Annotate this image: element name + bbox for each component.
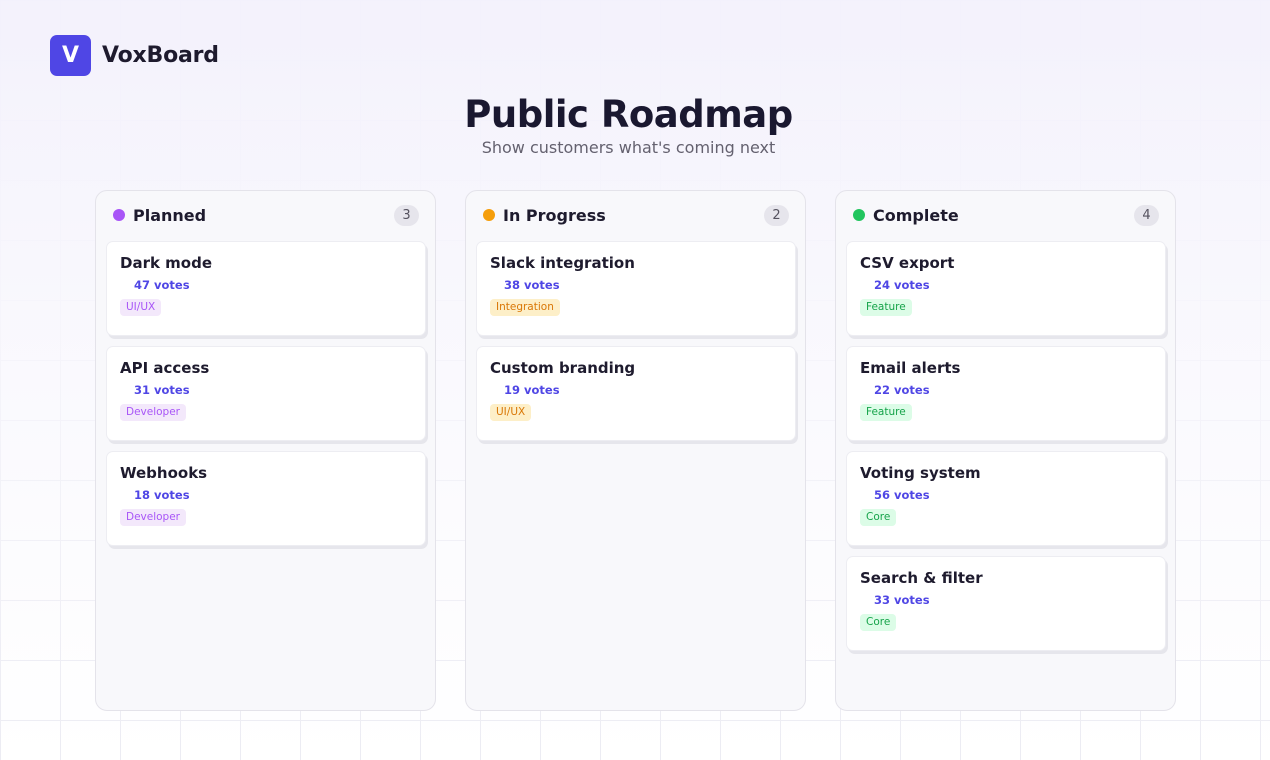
vote-count[interactable]: 19 votes: [490, 383, 782, 398]
page-header: Public Roadmap Show customers what's com…: [0, 92, 1257, 158]
status-dot: [483, 209, 495, 221]
roadmap-card[interactable]: Voting system 56 votes Core: [846, 451, 1166, 546]
column-count-badge: 4: [1134, 204, 1159, 226]
card-title: Dark mode: [120, 254, 213, 272]
column-title: In Progress: [503, 205, 606, 225]
vote-count-label: 33 votes: [874, 593, 930, 607]
vote-count-label: 47 votes: [134, 278, 190, 292]
roadmap-card[interactable]: API access 31 votes Developer: [106, 346, 426, 441]
column-count-badge: 2: [764, 204, 789, 226]
card-title: API access: [120, 359, 210, 377]
category-tag: UI/UX: [120, 299, 162, 316]
vote-count-label: 56 votes: [874, 488, 930, 502]
vote-count[interactable]: 18 votes: [120, 488, 412, 503]
column-count-badge: 3: [394, 204, 419, 226]
column-header: In Progress 2: [466, 191, 805, 239]
column-planned: Planned 3 Dark mode 47 votes UI/UX API acce…: [95, 190, 436, 711]
card-title: Voting system: [860, 464, 981, 482]
column-title: Planned: [133, 205, 207, 225]
status-dot: [853, 209, 865, 221]
status-dot: [113, 209, 125, 221]
vote-count-label: 24 votes: [874, 278, 930, 292]
vote-count-label: 22 votes: [874, 383, 930, 397]
category-tag: Feature: [860, 404, 912, 421]
column-in-progress: In Progress 2 Slack integration 38 votes I…: [465, 190, 806, 711]
card-title: CSV export: [860, 254, 955, 272]
card-list: Dark mode 47 votes UI/UX API access 31 votes…: [96, 239, 435, 546]
roadmap-card[interactable]: Custom branding 19 votes UI/UX: [476, 346, 796, 441]
card-title: Email alerts: [860, 359, 961, 377]
vote-count[interactable]: 33 votes: [860, 593, 1152, 608]
roadmap-card[interactable]: Search & filter 33 votes Core: [846, 556, 1166, 651]
vote-count[interactable]: 47 votes: [120, 278, 412, 293]
vote-count-label: 38 votes: [504, 278, 560, 292]
category-tag: Developer: [120, 404, 187, 421]
roadmap-card[interactable]: Dark mode 47 votes UI/UX: [106, 241, 426, 336]
category-tag: Feature: [860, 299, 912, 316]
vote-count[interactable]: 22 votes: [860, 383, 1152, 398]
column-title: Complete: [873, 205, 959, 225]
column-header: Complete 4: [836, 191, 1175, 239]
vote-count[interactable]: 38 votes: [490, 278, 782, 293]
roadmap-card[interactable]: Email alerts 22 votes Feature: [846, 346, 1166, 441]
card-title: Slack integration: [490, 254, 635, 272]
category-tag: Developer: [120, 509, 187, 526]
roadmap-card[interactable]: Webhooks 18 votes Developer: [106, 451, 426, 546]
card-list: Slack integration 38 votes Integration Cust…: [466, 239, 805, 441]
category-tag: UI/UX: [490, 404, 532, 421]
column-header: Planned 3: [96, 191, 435, 239]
brand-name: VoxBoard: [102, 43, 219, 68]
brand[interactable]: V VoxBoard: [50, 35, 219, 76]
roadmap-card[interactable]: Slack integration 38 votes Integration: [476, 241, 796, 336]
card-title: Webhooks: [120, 464, 208, 482]
vote-count-label: 31 votes: [134, 383, 190, 397]
brand-logo: V: [50, 35, 91, 76]
page-subtitle: Show customers what's coming next: [481, 138, 776, 157]
column-complete: Complete 4 CSV export 24 votes Feature Emai…: [835, 190, 1176, 711]
card-title: Custom branding: [490, 359, 636, 377]
vote-count-label: 18 votes: [134, 488, 190, 502]
vote-count[interactable]: 56 votes: [860, 488, 1152, 503]
page-title: Public Roadmap: [464, 93, 793, 136]
vote-count-label: 19 votes: [504, 383, 560, 397]
vote-count[interactable]: 24 votes: [860, 278, 1152, 293]
vote-count[interactable]: 31 votes: [120, 383, 412, 398]
category-tag: Core: [860, 614, 897, 631]
category-tag: Integration: [490, 299, 560, 316]
card-list: CSV export 24 votes Feature Email alerts 22 …: [836, 239, 1175, 651]
card-title: Search & filter: [860, 569, 983, 587]
roadmap-card[interactable]: CSV export 24 votes Feature: [846, 241, 1166, 336]
category-tag: Core: [860, 509, 897, 526]
